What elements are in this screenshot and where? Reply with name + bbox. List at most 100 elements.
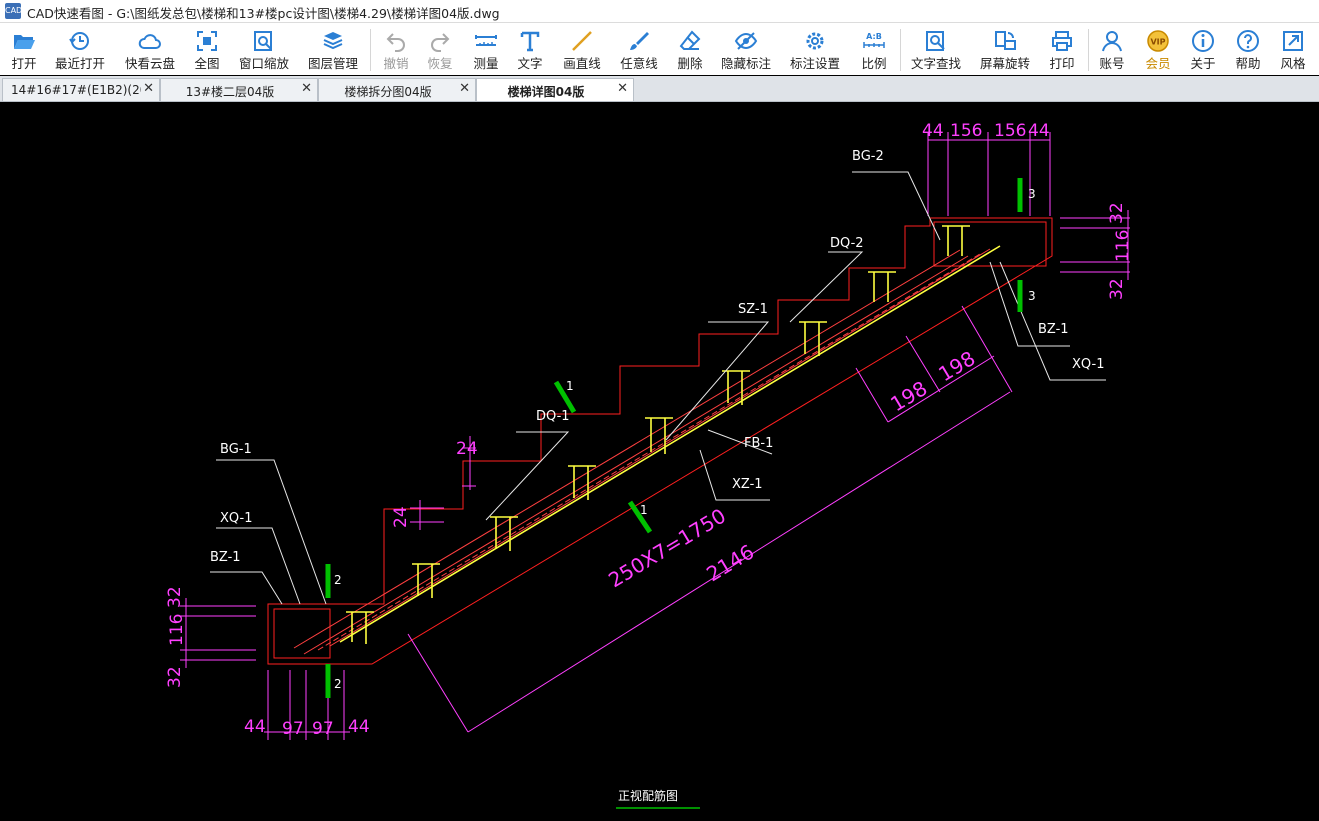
dim-riser-24b: 24	[391, 506, 411, 528]
tab-document-2[interactable]: 13#楼二层04版 ✕	[160, 78, 318, 101]
close-icon[interactable]: ✕	[617, 81, 628, 96]
style-button[interactable]: 风格	[1272, 23, 1314, 75]
open-button[interactable]: 打开	[2, 23, 46, 75]
toolbar-divider	[1088, 29, 1089, 71]
mark-settings-label: 标注设置	[789, 56, 840, 71]
text-search-button[interactable]: 文字查找	[904, 23, 968, 75]
section-2-bottom-number: 2	[334, 677, 342, 691]
label-fb-1: FB-1	[744, 436, 773, 451]
drawing-caption: 正视配筋图	[618, 788, 678, 803]
print-button[interactable]: 打印	[1040, 23, 1084, 75]
text-label: 文字	[517, 56, 543, 71]
recent-button[interactable]: 最近打开	[50, 23, 110, 75]
eye-hidden-icon	[734, 32, 758, 50]
window-title: CAD快速看图 - G:\图纸发总包\楼梯和13#楼pc设计图\楼梯4.29\楼…	[27, 6, 500, 21]
dim-left-32a: 32	[165, 586, 185, 608]
text-button[interactable]: 文字	[508, 23, 552, 75]
layers-button[interactable]: 图层管理	[302, 23, 364, 75]
rotate-screen-label: 屏幕旋转	[979, 56, 1030, 71]
close-icon[interactable]: ✕	[143, 81, 154, 96]
section-3-bottom-number: 3	[1028, 289, 1036, 303]
cloud-label: 快看云盘	[124, 56, 175, 71]
undo-icon	[386, 33, 405, 52]
line-button[interactable]: 画直线	[556, 23, 608, 75]
layers-icon	[323, 32, 343, 50]
redo-label: 恢复	[427, 56, 453, 71]
rotate-screen-button[interactable]: 屏幕旋转	[974, 23, 1036, 75]
settings-gear-icon	[806, 32, 824, 50]
text-search-icon	[926, 31, 945, 51]
window-zoom-label: 窗口缩放	[238, 56, 289, 71]
dim-top-156a: 156	[950, 121, 982, 141]
recent-label: 最近打开	[54, 56, 105, 71]
dim-left-32b: 32	[165, 666, 185, 688]
dim-right-116: 116	[1113, 230, 1133, 262]
freehand-button[interactable]: 任意线	[614, 23, 664, 75]
toolbar-divider	[900, 29, 901, 71]
printer-icon	[1052, 31, 1072, 51]
eraser-icon	[679, 30, 701, 50]
close-icon[interactable]: ✕	[301, 81, 312, 96]
dim-bottom-97a: 97	[282, 719, 304, 739]
drawing-canvas[interactable]: BG-2 DQ-2 SZ-1 DQ-1 FB-1 XZ-1 BZ-1 XQ-1 …	[0, 102, 1319, 821]
brush-icon	[630, 32, 649, 50]
line-tool-icon	[572, 31, 592, 51]
about-button[interactable]: 关于	[1182, 23, 1224, 75]
vip-label: 会员	[1145, 56, 1171, 71]
hide-marks-label: 隐藏标注	[720, 56, 771, 71]
redo-icon	[431, 33, 450, 52]
dim-right-32a: 32	[1107, 202, 1127, 224]
text-tool-icon	[520, 31, 540, 52]
expand-style-icon	[1283, 31, 1303, 51]
window-zoom-button[interactable]: 窗口缩放	[234, 23, 294, 75]
folder-open-icon	[14, 35, 35, 49]
measure-label: 测量	[473, 56, 499, 71]
redo-button[interactable]: 恢复	[418, 23, 462, 75]
account-button[interactable]: 账号	[1090, 23, 1134, 75]
svg-text:VIP: VIP	[1150, 38, 1165, 47]
cloud-button[interactable]: 快看云盘	[118, 23, 182, 75]
label-bg-1: BG-1	[220, 442, 252, 457]
dim-bottom-97b: 97	[312, 719, 334, 739]
label-xq-1-right: XQ-1	[1072, 357, 1104, 372]
fit-screen-icon	[197, 31, 217, 51]
freehand-label: 任意线	[620, 56, 658, 71]
section-1-bottom-number: 1	[640, 503, 648, 517]
label-bz-1-right: BZ-1	[1038, 322, 1069, 337]
help-button[interactable]: 帮助	[1226, 23, 1270, 75]
undo-label: 撤销	[383, 56, 409, 71]
vip-button[interactable]: VIP 会员	[1136, 23, 1180, 75]
history-clock-icon	[69, 32, 89, 50]
dim-top-44a: 44	[922, 121, 944, 141]
undo-button[interactable]: 撤销	[374, 23, 418, 75]
delete-button[interactable]: 删除	[668, 23, 712, 75]
tab-document-3[interactable]: 楼梯拆分图04版 ✕	[318, 78, 476, 101]
info-icon	[1192, 30, 1214, 52]
title-bar: CAD CAD快速看图 - G:\图纸发总包\楼梯和13#楼pc设计图\楼梯4.…	[0, 0, 1319, 23]
svg-text:A:B: A:B	[866, 32, 882, 41]
tab-document-1[interactable]: 14#16#17#(E1B2)(20⋯ ✕	[2, 78, 160, 101]
about-label: 关于	[1190, 56, 1216, 71]
label-bg-2: BG-2	[852, 149, 884, 164]
close-icon[interactable]: ✕	[459, 81, 470, 96]
label-dq-2: DQ-2	[830, 236, 864, 251]
scale-button[interactable]: A:B 比例	[852, 23, 896, 75]
tab-document-4-active[interactable]: 楼梯详图04版 ✕	[476, 78, 634, 101]
dim-bottom-44a: 44	[244, 717, 266, 737]
zoom-window-icon	[254, 31, 272, 51]
mark-settings-button[interactable]: 标注设置	[784, 23, 846, 75]
main-toolbar: 打开 最近打开 快看云盘 全图 窗口缩放 图层管理 撤销 恢复 测量 文字 画直…	[0, 23, 1319, 75]
open-label: 打开	[11, 56, 37, 71]
full-view-button[interactable]: 全图	[186, 23, 228, 75]
section-3-top-number: 3	[1028, 187, 1036, 201]
print-label: 打印	[1049, 56, 1075, 71]
section-2-top-number: 2	[334, 573, 342, 587]
style-label: 风格	[1280, 56, 1306, 71]
dim-left-116: 116	[167, 614, 187, 646]
label-bz-1-left: BZ-1	[210, 550, 241, 565]
label-sz-1: SZ-1	[738, 302, 768, 317]
measure-button[interactable]: 测量	[464, 23, 508, 75]
label-dq-1: DQ-1	[536, 409, 570, 424]
rotate-screen-icon	[995, 31, 1016, 50]
hide-marks-button[interactable]: 隐藏标注	[716, 23, 776, 75]
